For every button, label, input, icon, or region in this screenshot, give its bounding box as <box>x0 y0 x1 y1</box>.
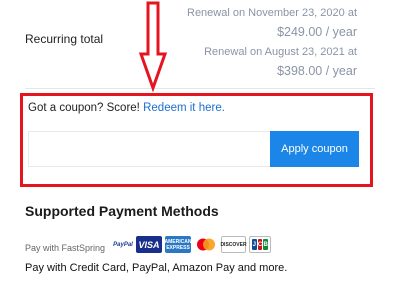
visa-logo-icon: VISA <box>136 236 162 253</box>
down-arrow-annotation-icon <box>138 1 168 92</box>
recurring-total-label: Recurring total <box>25 32 104 46</box>
renewal-list: Renewal on November 23, 2020 at $249.00 … <box>187 6 357 84</box>
mastercard-logo-icon <box>194 236 218 253</box>
coupon-code-input[interactable] <box>28 131 271 167</box>
renewal-price: $398.00 / year <box>277 64 357 78</box>
jcb-logo-icon: J C B <box>249 236 271 253</box>
apply-coupon-button[interactable]: Apply coupon <box>270 131 359 167</box>
amex-logo-icon: AMERICAN EXPRESS <box>165 236 191 253</box>
renewal-date: Renewal on August 23, 2021 at <box>204 46 357 58</box>
checkout-page: Recurring total Renewal on November 23, … <box>0 0 400 283</box>
payment-description: Pay with Credit Card, PayPal, Amazon Pay… <box>25 262 288 274</box>
renewal-price: $249.00 / year <box>277 25 357 39</box>
pay-with-fastspring: Pay with FastSpring <box>25 243 106 253</box>
paypal-logo-icon: PayPal <box>113 241 133 248</box>
redeem-link[interactable]: Redeem it here. <box>143 102 225 114</box>
payment-logos: PayPal VISA AMERICAN EXPRESS DISCOVER J … <box>113 236 271 253</box>
coupon-prompt: Got a coupon? Score! Redeem it here. <box>28 102 225 114</box>
renewal-date: Renewal on November 23, 2020 at <box>187 7 357 19</box>
payment-methods-heading: Supported Payment Methods <box>25 203 219 219</box>
discover-logo-icon: DISCOVER <box>220 236 247 253</box>
coupon-prompt-text: Got a coupon? Score! <box>28 102 140 114</box>
divider <box>25 88 375 89</box>
